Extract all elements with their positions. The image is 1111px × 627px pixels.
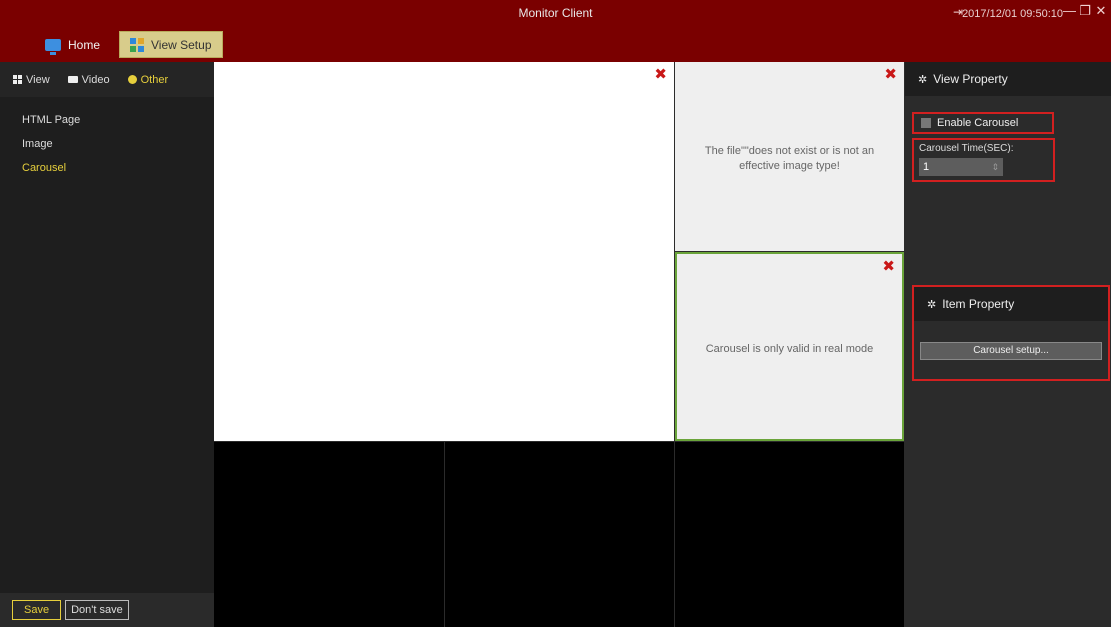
carousel-setup-button[interactable]: Carousel setup... [920, 342, 1102, 360]
enable-carousel-checkbox[interactable]: Enable Carousel [912, 112, 1054, 134]
app-title: Monitor Client [518, 6, 593, 20]
circle-icon [127, 75, 137, 84]
view-cell-bottom-3[interactable] [675, 442, 904, 627]
sidebar-item-carousel[interactable]: Carousel [0, 157, 214, 181]
subtab-view-label: View [26, 73, 50, 86]
tab-view-setup-label: View Setup [151, 37, 212, 52]
title-bar: Monitor Client ⇥ 2017/12/01 09:50:10 — ❐… [0, 0, 1111, 62]
property-panel: ✲ View Property Enable Carousel Carousel… [905, 62, 1111, 627]
minimize-icon[interactable]: — [1063, 3, 1076, 19]
close-icon[interactable]: ✖ [884, 65, 897, 83]
enable-carousel-label: Enable Carousel [937, 117, 1019, 129]
view-cell-bottom-2[interactable] [445, 442, 674, 627]
datetime: 2017/12/01 09:50:10 [962, 8, 1063, 20]
cell-error-message: The file""does not exist or is not an ef… [704, 145, 875, 172]
subtab-other-label: Other [140, 73, 169, 86]
view-property-title: View Property [933, 72, 1008, 86]
sidebar-list: HTML Page Image Carousel [0, 97, 214, 181]
subtab-view[interactable]: View [13, 74, 50, 86]
item-property-header: ✲ Item Property [914, 287, 1108, 321]
item-property-title: Item Property [942, 297, 1015, 311]
carousel-time-value[interactable]: 1 [923, 161, 929, 173]
grid-icon [130, 37, 144, 52]
item-property-group: ✲ Item Property Carousel setup... [912, 285, 1110, 381]
save-bar: Save Don't save [0, 593, 214, 627]
subtab-other[interactable]: Other [127, 73, 169, 86]
checkbox-icon[interactable] [921, 118, 931, 128]
save-button[interactable]: Save [12, 600, 62, 620]
view-cell-main[interactable]: ✖ [214, 62, 674, 441]
dont-save-button[interactable]: Don't save [65, 600, 129, 620]
camera-icon [67, 76, 78, 83]
carousel-time-spinner[interactable]: 1 ⇕ [919, 158, 1003, 176]
carousel-time-group: Carousel Time(SEC): 1 ⇕ [912, 138, 1055, 182]
grid-icon [13, 75, 22, 84]
spinner-arrows-icon[interactable]: ⇕ [991, 162, 999, 173]
tab-home-label: Home [68, 37, 101, 52]
tab-home[interactable]: Home [35, 31, 110, 58]
subtab-video-label: Video [81, 73, 110, 86]
sidebar: View Video Other HTML Page Image Carouse… [0, 62, 214, 627]
carousel-time-label: Carousel Time(SEC): [919, 143, 1014, 154]
gear-icon: ✲ [927, 298, 937, 311]
view-cell-top-right[interactable]: ✖ The file""does not exist or is not an … [675, 62, 904, 251]
close-icon[interactable]: ✖ [654, 65, 667, 83]
sidebar-item-image[interactable]: Image [0, 133, 214, 157]
view-cell-bottom-1[interactable] [214, 442, 444, 627]
restore-icon[interactable]: ❐ [1079, 3, 1091, 19]
tab-view-setup[interactable]: View Setup [119, 31, 223, 58]
window-controls: — ❐ ✕ [1063, 3, 1107, 19]
view-property-header: ✲ View Property [905, 62, 1111, 96]
monitor-icon [45, 38, 61, 55]
gear-icon: ✲ [918, 73, 928, 86]
close-icon[interactable]: ✕ [1095, 3, 1107, 19]
cell-carousel-message: Carousel is only valid in real mode [705, 343, 874, 355]
subtab-video[interactable]: Video [67, 73, 110, 86]
sidebar-subtabs: View Video Other [0, 62, 214, 97]
view-cell-selected[interactable]: ✖ Carousel is only valid in real mode [675, 252, 904, 441]
close-icon[interactable]: ✖ [882, 257, 895, 275]
sidebar-item-html-page[interactable]: HTML Page [0, 109, 214, 133]
